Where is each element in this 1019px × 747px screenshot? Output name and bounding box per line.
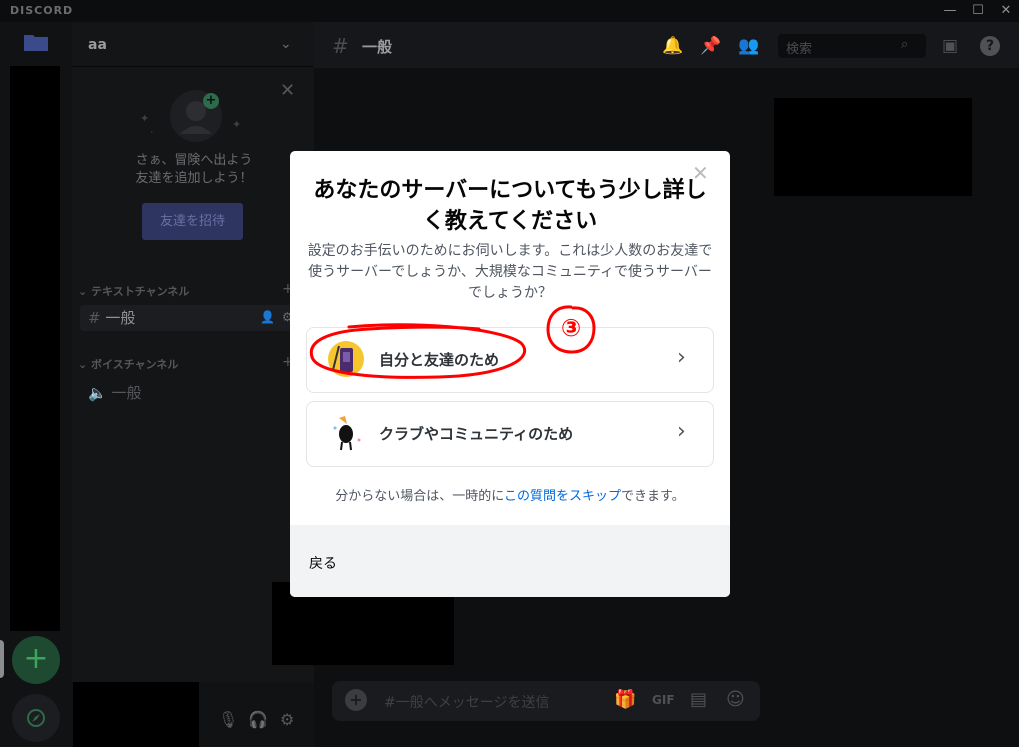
modal-footer: 戻る xyxy=(290,525,730,597)
chevron-right-icon: › xyxy=(677,419,686,444)
option-label: クラブやコミュニティのため xyxy=(379,425,574,443)
skip-suffix: できます。 xyxy=(621,489,685,504)
option-for-community[interactable]: クラブやコミュニティのため › xyxy=(306,401,714,467)
skip-text: 分からない場合は、一時的にこの質問をスキップできます。 xyxy=(306,485,714,504)
community-illustration-icon xyxy=(327,414,365,452)
chevron-right-icon: › xyxy=(677,345,686,370)
annotation-circle xyxy=(309,323,527,379)
back-button[interactable]: 戻る xyxy=(309,553,337,573)
skip-prefix: 分からない場合は、一時的に xyxy=(335,489,505,504)
annotation-step-number: ③ xyxy=(546,305,596,354)
modal-subtitle: 設定のお手伝いのためにお伺いします。これは少人数のお友達で使うサーバーでしょうか… xyxy=(307,243,713,301)
skip-question-link[interactable]: この質問をスキップ xyxy=(504,489,621,504)
annotation-number: ③ xyxy=(561,314,581,342)
modal-title: あなたのサーバーについてもう少し詳しく教えてください xyxy=(313,178,707,234)
